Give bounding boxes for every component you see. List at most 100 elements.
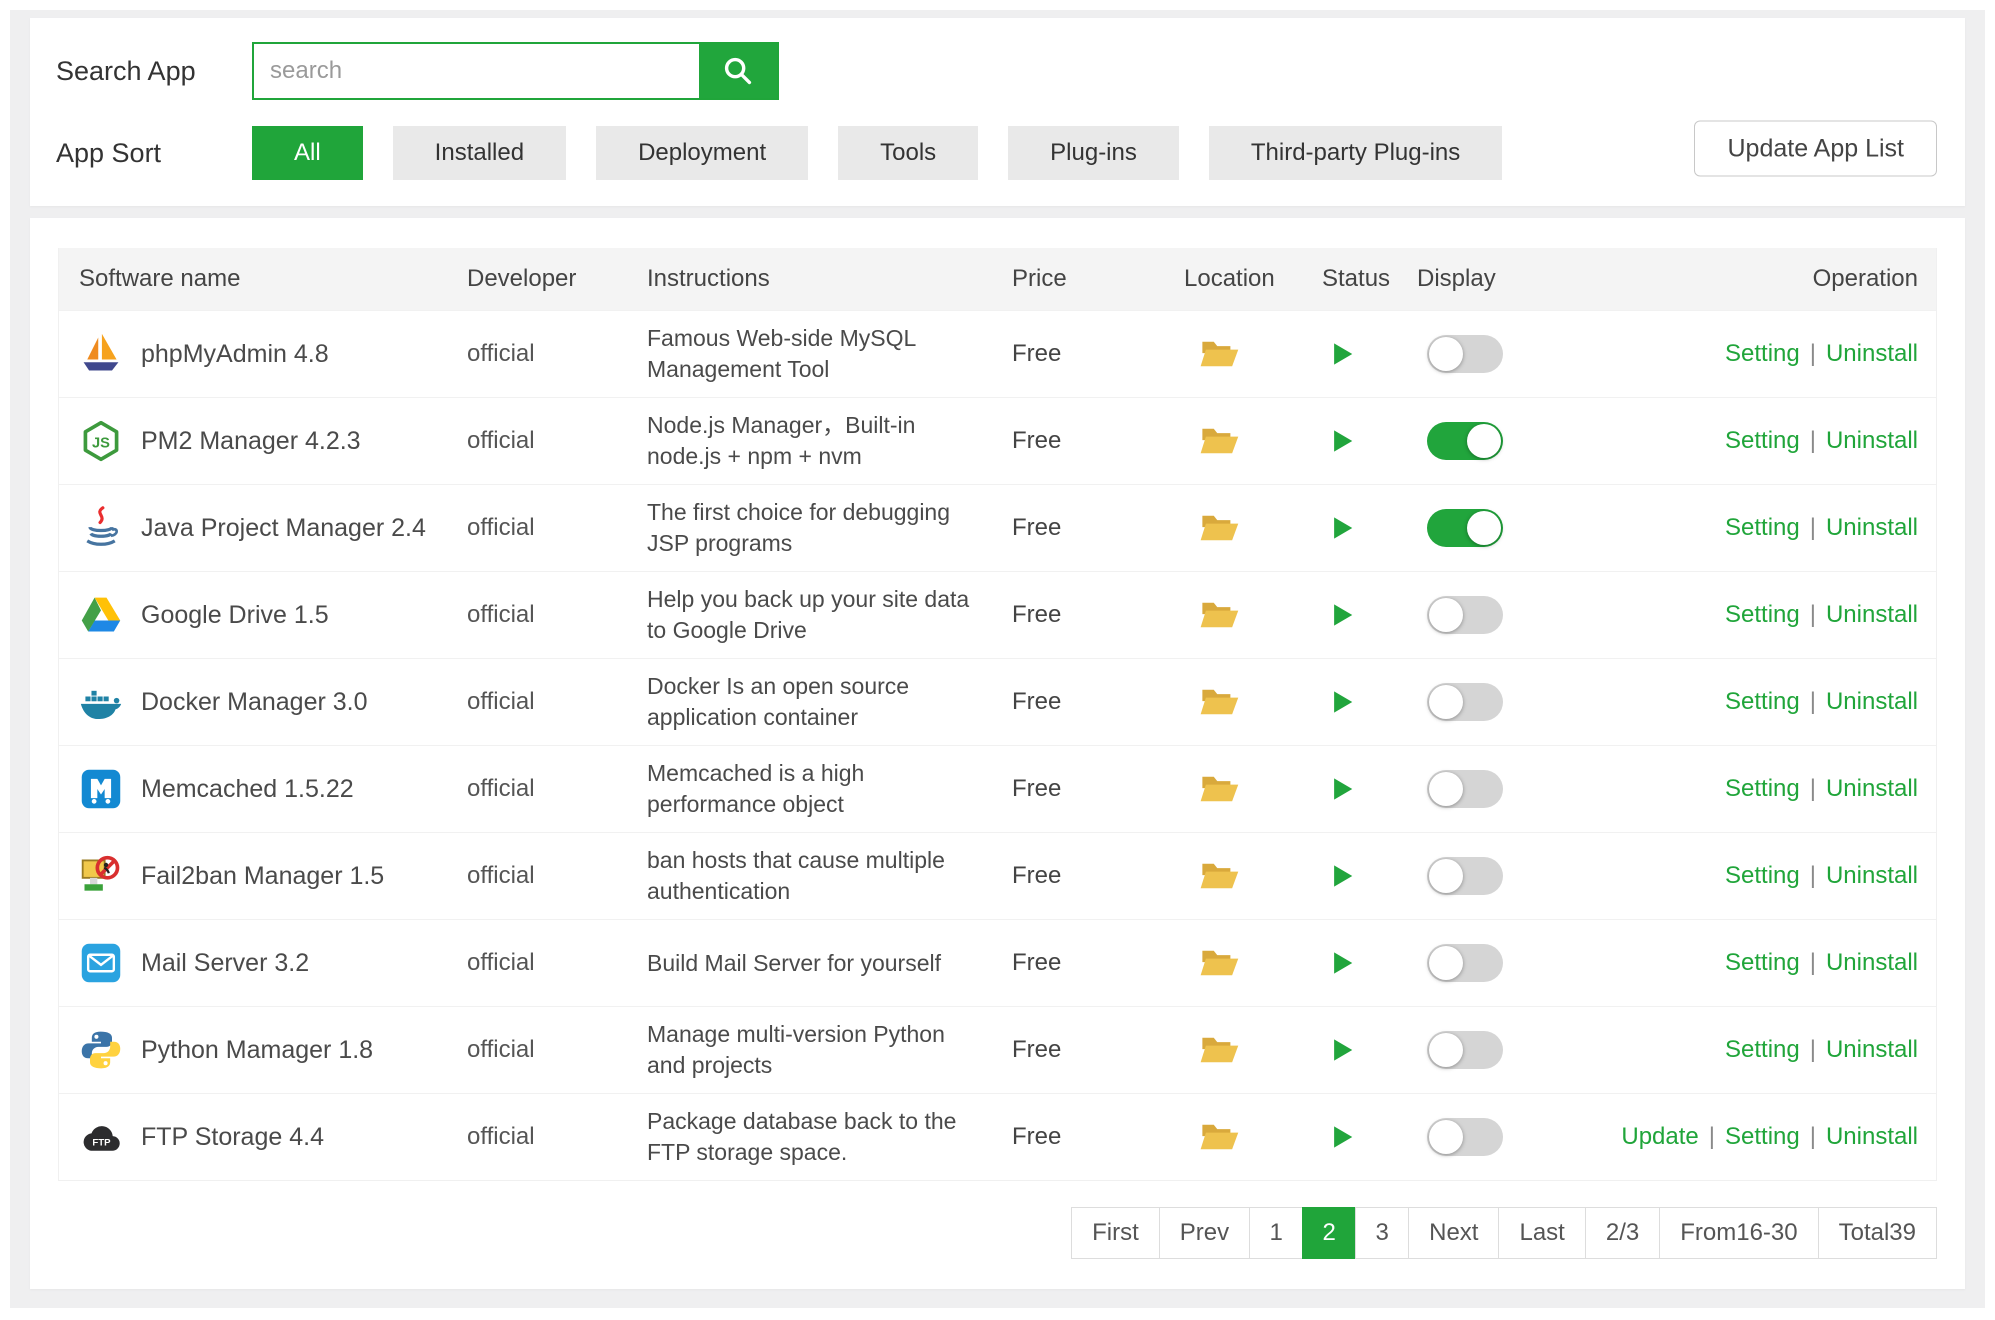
sort-row: App Sort All Installed Deployment Tools Plug… <box>56 120 1939 180</box>
sort-button-plug-ins[interactable]: Plug-ins <box>1008 126 1179 180</box>
uninstall-link[interactable]: Uninstall <box>1826 862 1918 889</box>
svg-text:FTP: FTP <box>92 1137 111 1148</box>
app-name: FTP Storage 4.4 <box>141 1122 324 1151</box>
uninstall-link[interactable]: Uninstall <box>1826 340 1918 367</box>
price-label: Free <box>1012 949 1062 976</box>
setting-link[interactable]: Setting <box>1725 340 1800 367</box>
display-toggle[interactable] <box>1427 422 1503 460</box>
uninstall-link[interactable]: Uninstall <box>1826 688 1918 715</box>
header-display: Display <box>1417 265 1496 292</box>
software-cell: phpMyAdmin 4.8 <box>59 332 467 376</box>
page-1[interactable]: 1 <box>1249 1207 1304 1259</box>
play-icon[interactable] <box>1326 948 1356 978</box>
ftp-icon: FTP <box>79 1115 123 1159</box>
page-3[interactable]: 3 <box>1355 1207 1410 1259</box>
display-toggle[interactable] <box>1427 944 1503 982</box>
setting-link[interactable]: Setting <box>1725 862 1800 889</box>
setting-link[interactable]: Setting <box>1725 1123 1800 1150</box>
display-toggle[interactable] <box>1427 683 1503 721</box>
software-cell: JS PM2 Manager 4.2.3 <box>59 419 467 463</box>
sort-button-installed[interactable]: Installed <box>392 126 567 180</box>
app-name: Memcached 1.5.22 <box>141 774 354 803</box>
sort-button-third-party-plug-ins[interactable]: Third-party Plug-ins <box>1208 126 1503 180</box>
operation-separator: | <box>1809 775 1816 802</box>
app-row-java-project-manager-2-4: Java Project Manager 2.4 official The firs… <box>59 484 1936 571</box>
setting-link[interactable]: Setting <box>1725 427 1800 454</box>
play-icon[interactable] <box>1326 513 1356 543</box>
java-icon <box>79 506 123 550</box>
folder-icon[interactable] <box>1198 1029 1240 1071</box>
developer-label: official <box>467 1123 535 1150</box>
play-icon[interactable] <box>1326 861 1356 891</box>
sort-button-tools[interactable]: Tools <box>838 126 979 180</box>
fail2ban-icon <box>79 854 123 898</box>
software-cell: Mail Server 3.2 <box>59 941 467 985</box>
setting-link[interactable]: Setting <box>1725 688 1800 715</box>
folder-icon[interactable] <box>1198 681 1240 723</box>
search-app-label: Search App <box>56 55 196 86</box>
folder-icon[interactable] <box>1198 855 1240 897</box>
play-icon[interactable] <box>1326 774 1356 804</box>
sort-button-all[interactable]: All <box>252 126 363 180</box>
phpmyadmin-icon <box>79 332 123 376</box>
display-toggle[interactable] <box>1427 857 1503 895</box>
developer-label: official <box>467 949 535 976</box>
play-icon[interactable] <box>1326 600 1356 630</box>
header-location: Location <box>1184 265 1275 292</box>
page-next[interactable]: Next <box>1408 1207 1500 1259</box>
setting-link[interactable]: Setting <box>1725 514 1800 541</box>
display-toggle[interactable] <box>1427 335 1503 373</box>
folder-icon[interactable] <box>1198 942 1240 984</box>
instructions-text: The first choice for debugging JSP progr… <box>647 499 951 556</box>
uninstall-link[interactable]: Uninstall <box>1826 514 1918 541</box>
memcached-icon <box>79 767 123 811</box>
instructions-text: Manage multi-version Python and projects <box>647 1021 945 1078</box>
uninstall-link[interactable]: Uninstall <box>1826 949 1918 976</box>
folder-icon[interactable] <box>1198 594 1240 636</box>
sort-button-deployment[interactable]: Deployment <box>596 126 809 180</box>
display-toggle[interactable] <box>1427 1118 1503 1156</box>
uninstall-link[interactable]: Uninstall <box>1826 1036 1918 1063</box>
header-operation: Operation <box>1812 265 1918 292</box>
update-app-list-button[interactable]: Update App List <box>1694 120 1937 177</box>
uninstall-link[interactable]: Uninstall <box>1826 775 1918 802</box>
folder-icon[interactable] <box>1198 1116 1240 1158</box>
display-toggle[interactable] <box>1427 1031 1503 1069</box>
operation-separator: | <box>1809 601 1816 628</box>
setting-link[interactable]: Setting <box>1725 1036 1800 1063</box>
play-icon[interactable] <box>1326 1122 1356 1152</box>
page-2[interactable]: 2 <box>1302 1207 1357 1259</box>
header-price: Price <box>1012 265 1067 292</box>
folder-icon[interactable] <box>1198 420 1240 462</box>
setting-link[interactable]: Setting <box>1725 775 1800 802</box>
page-prev[interactable]: Prev <box>1158 1207 1251 1259</box>
play-icon[interactable] <box>1326 1035 1356 1065</box>
software-cell: Python Mamager 1.8 <box>59 1028 467 1072</box>
play-icon[interactable] <box>1326 426 1356 456</box>
setting-link[interactable]: Setting <box>1725 949 1800 976</box>
play-icon[interactable] <box>1326 687 1356 717</box>
play-icon[interactable] <box>1326 339 1356 369</box>
software-cell: Memcached 1.5.22 <box>59 767 467 811</box>
folder-icon[interactable] <box>1198 333 1240 375</box>
developer-label: official <box>467 601 535 628</box>
display-toggle[interactable] <box>1427 596 1503 634</box>
price-label: Free <box>1012 601 1062 628</box>
folder-icon[interactable] <box>1198 507 1240 549</box>
page-last[interactable]: Last <box>1498 1207 1586 1259</box>
uninstall-link[interactable]: Uninstall <box>1826 1123 1918 1150</box>
python-icon <box>79 1028 123 1072</box>
uninstall-link[interactable]: Uninstall <box>1826 427 1918 454</box>
update-link[interactable]: Update <box>1621 1123 1698 1150</box>
setting-link[interactable]: Setting <box>1725 601 1800 628</box>
search-input[interactable] <box>254 44 699 98</box>
uninstall-link[interactable]: Uninstall <box>1826 601 1918 628</box>
display-toggle[interactable] <box>1427 770 1503 808</box>
page-first[interactable]: First <box>1071 1207 1160 1259</box>
display-toggle[interactable] <box>1427 509 1503 547</box>
developer-label: official <box>467 514 535 541</box>
folder-icon[interactable] <box>1198 768 1240 810</box>
pm2-icon: JS <box>79 419 123 463</box>
search-button[interactable] <box>699 44 777 98</box>
operation-cell: Setting | Uninstall <box>1602 949 1936 977</box>
